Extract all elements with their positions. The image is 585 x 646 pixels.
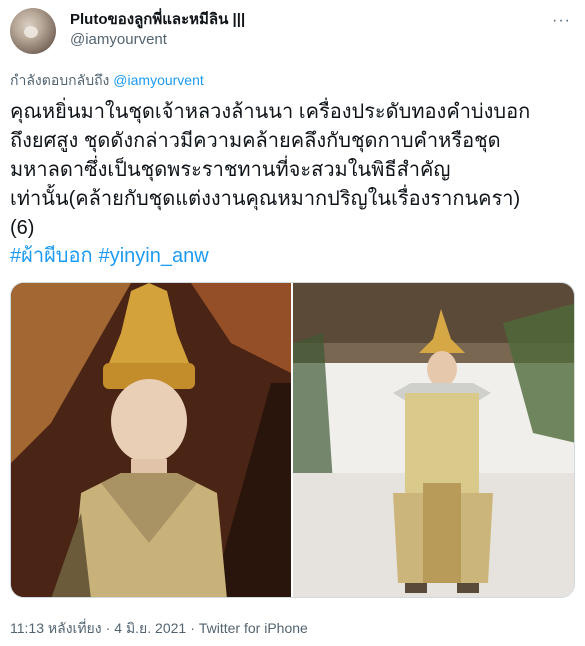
photo-left-illustration — [11, 283, 291, 597]
hashtag-link[interactable]: #ผ้าผีบอก — [10, 245, 93, 267]
reply-mention-link[interactable]: @iamyourvent — [113, 72, 203, 88]
meta-separator: · — [105, 620, 111, 636]
tweet-source[interactable]: Twitter for iPhone — [199, 620, 308, 636]
meta-separator: · — [190, 620, 195, 636]
user-handle[interactable]: @iamyourvent — [70, 30, 245, 50]
photo-right[interactable] — [293, 283, 574, 597]
tweet-text-line: ถึงยศสูง ชุดดังกล่าวมีความคล้ายคลึงกับชุ… — [10, 130, 501, 152]
tweet-text-line: คุณหยิ่นมาในชุดเจ้าหลวงล้านนา เครื่องประ… — [10, 101, 531, 123]
tweet-date[interactable]: 4 มิ.ย. 2021 — [114, 620, 186, 636]
display-name[interactable]: Plutoของลูกพี่และหมีลิน ||| — [70, 10, 245, 30]
reply-prefix: กำลังตอบกลับถึง — [10, 72, 110, 88]
tweet-text-line: (6) — [10, 217, 35, 239]
tweet-header: Plutoของลูกพี่และหมีลิน ||| @iamyourvent… — [10, 8, 575, 54]
tweet-text-line: มหาลดาซึ่งเป็นชุดพระราชทานที่จะสวมในพิธี… — [10, 159, 451, 181]
hashtags: #ผ้าผีบอก #yinyin_anw — [10, 244, 215, 268]
more-options-icon[interactable]: ··· — [552, 12, 571, 30]
hashtag-link[interactable]: #yinyin_anw — [99, 245, 209, 267]
avatar[interactable] — [10, 8, 56, 54]
tweet-text: คุณหยิ่นมาในชุดเจ้าหลวงล้านนา เครื่องประ… — [10, 98, 575, 243]
reply-context: กำลังตอบกลับถึง @iamyourvent — [10, 70, 204, 92]
photo-right-illustration — [293, 283, 574, 597]
author-names: Plutoของลูกพี่และหมีลิน ||| @iamyourvent — [70, 10, 245, 50]
tweet-time[interactable]: 11:13 หลังเที่ยง — [10, 620, 102, 636]
tweet-text-line: เท่านั้น(คล้ายกับชุดแต่งงานคุณหมากปริญใน… — [10, 188, 521, 210]
tweet-meta: 11:13 หลังเที่ยง · 4 มิ.ย. 2021 · Twitter fo… — [10, 618, 308, 640]
media-grid — [10, 282, 575, 598]
photo-left[interactable] — [11, 283, 291, 597]
